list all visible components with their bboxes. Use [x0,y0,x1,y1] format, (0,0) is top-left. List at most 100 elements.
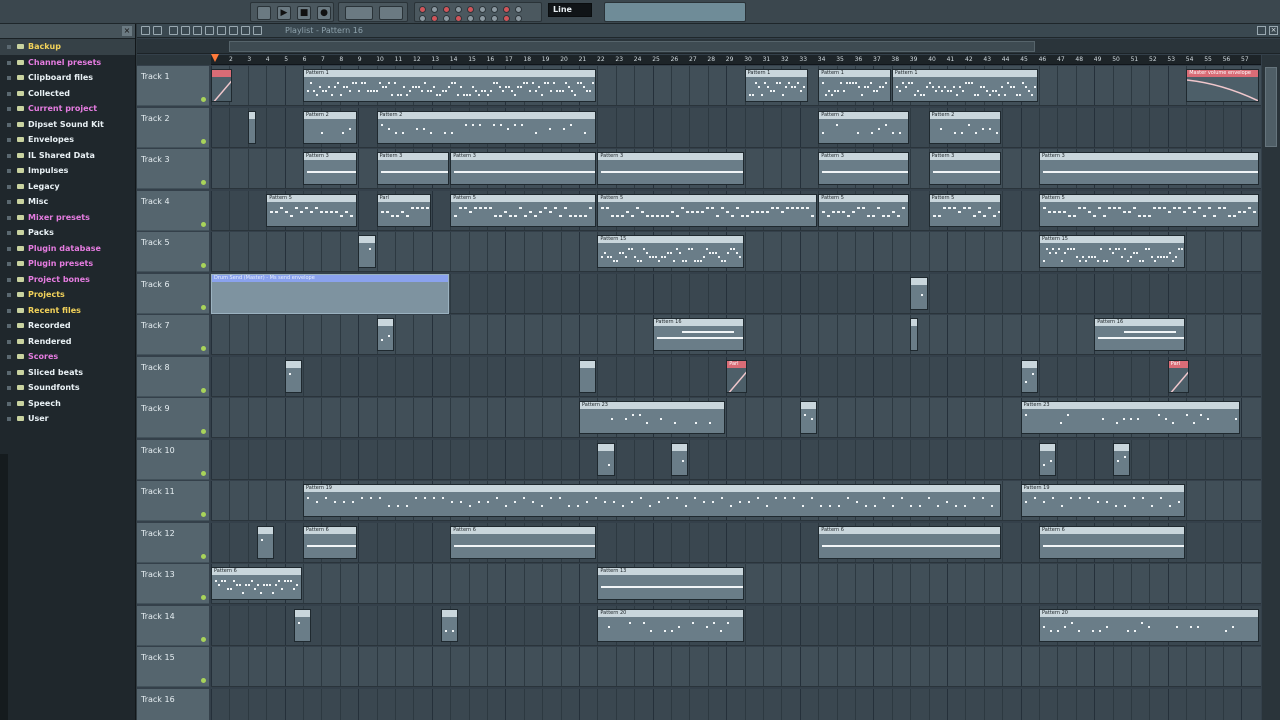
metronome-icon[interactable] [431,6,438,13]
pattern-clip[interactable]: Pattern 20 [597,608,744,642]
browser-folder[interactable]: Envelopes [0,132,135,148]
track-header[interactable]: Track 9 [137,398,209,438]
pattern-clip[interactable]: Pattern 2 [818,110,910,144]
pattern-clip[interactable]: Pattern 2 [303,110,358,144]
browser-folder[interactable]: Project bones [0,272,135,288]
draw-tool-icon[interactable] [169,26,178,35]
pattern-clip[interactable]: Pattern 3 [376,152,450,185]
track-lane[interactable] [211,647,1261,687]
horizontal-scroll-thumb[interactable] [229,41,1035,52]
track-lane[interactable]: Pattern 1 Pattern 1 Pattern 1 Pattern 1 Mast… [211,66,1261,106]
pattern-clip[interactable]: Pattern 2 [928,110,1002,144]
expand-icon[interactable] [7,138,11,142]
expand-icon[interactable] [7,262,11,266]
pattern-clip[interactable] [376,318,394,351]
pattern-clip[interactable]: Pattern 1 [303,69,597,102]
track-header[interactable]: Track 3 [137,149,209,189]
pattern-clip[interactable]: Pattern 5 [1039,193,1259,227]
vertical-scroll-thumb[interactable] [1265,67,1277,147]
typing-keyboard-icon[interactable] [515,6,522,13]
track-mute-led[interactable] [201,346,206,351]
track-mute-led[interactable] [201,512,206,517]
track-lane[interactable]: Pattern 19 Pattern 19 [211,481,1261,521]
pattern-clip[interactable]: Pattern 5 [818,193,910,227]
song-mode-icon[interactable] [503,15,510,22]
track-lane[interactable]: Pattern 20 Pattern 20 [211,605,1261,646]
pattern-clip[interactable]: Pattern 3 [928,152,1002,185]
track-header[interactable]: Track 12 [137,522,209,563]
automation-clip[interactable]: Parl [1167,359,1189,393]
tempo-tap-icon[interactable] [479,15,486,22]
automation-clip[interactable]: Master volume envelope [1186,69,1259,102]
pattern-clip[interactable] [358,235,376,268]
track-mute-led[interactable] [201,304,206,310]
snap-icon[interactable] [153,26,162,35]
wait-input-icon[interactable] [443,6,450,13]
loop-record-icon[interactable] [467,6,474,13]
pattern-clip[interactable]: Pattern 3 [450,152,597,185]
expand-icon[interactable] [7,91,11,96]
pattern-clip[interactable]: Pattern 15 [597,235,744,268]
pattern-clip[interactable]: Parl [376,193,431,227]
time-display[interactable] [379,6,403,20]
close-icon[interactable]: × [122,26,132,36]
pattern-clip[interactable]: Pattern 6 [818,525,1002,559]
expand-icon[interactable] [7,324,11,328]
browser-folder[interactable]: Misc [0,194,135,210]
delete-tool-icon[interactable] [193,26,202,35]
track-header[interactable]: Track 10 [137,439,209,480]
pattern-clip[interactable] [257,525,275,559]
automation-clip[interactable]: Parl [726,359,748,393]
expand-icon[interactable] [7,417,11,421]
browser-folder[interactable]: Projects [0,287,135,303]
browser-folder[interactable]: IL Shared Data [0,148,135,164]
pattern-clip[interactable]: Pattern 5 [928,193,1002,227]
midi-input-icon[interactable] [419,15,426,22]
browser-folder[interactable]: Clipboard files [0,70,135,86]
pattern-clip[interactable]: Pattern 6 [1039,525,1186,559]
expand-icon[interactable] [7,60,11,65]
track-header[interactable]: Track 13 [137,564,209,604]
browser-folder[interactable]: Recorded [0,318,135,334]
browser-scrollbar[interactable] [0,454,8,720]
playback-tool-icon[interactable] [253,26,262,35]
browser-folder[interactable]: Rendered [0,334,135,350]
vertical-scrollbar[interactable] [1262,55,1280,720]
pattern-clip[interactable]: Pattern 16 [652,318,744,351]
multilink-icon[interactable] [431,15,438,22]
pattern-clip[interactable]: Pattern 13 [597,567,744,600]
browser-folder[interactable]: Dipset Sound Kit [0,117,135,133]
expand-icon[interactable] [7,76,11,80]
pattern-clip[interactable]: Pattern 1 [818,69,891,102]
pattern-clip[interactable] [441,608,459,642]
timeline-ruler[interactable]: 2 3 4 5 6 7 8 9 10 11 12 13 14 15 16 17 18 19 20 21 22 23 24 25… [211,55,1261,65]
playhead-marker[interactable] [211,54,219,62]
pattern-clip[interactable] [579,359,597,393]
pattern-clip[interactable] [671,442,689,476]
browser-folder[interactable]: Mixer presets [0,210,135,226]
expand-icon[interactable] [7,401,11,406]
pattern-clip[interactable]: Pattern 6 [211,567,302,600]
pattern-clip[interactable]: Pattern 5 [266,193,358,227]
track-mute-led[interactable] [201,221,206,227]
track-mute-led[interactable] [201,263,206,268]
expand-icon[interactable] [7,231,11,235]
pattern-clip[interactable] [1039,442,1057,476]
track-mute-led[interactable] [201,387,206,393]
automation-clip[interactable] [211,69,233,102]
track-mute-led[interactable] [201,180,206,185]
expand-icon[interactable] [7,169,11,173]
track-mute-led[interactable] [201,553,206,559]
pattern-clip[interactable]: Pattern 5 [597,193,818,227]
monitor-icon[interactable] [467,15,474,22]
expand-icon[interactable] [7,386,11,390]
expand-icon[interactable] [7,277,11,282]
punch-icon[interactable] [503,6,510,13]
envelope-clip[interactable]: Drum Send (Master) - Ms send envelope [211,273,450,314]
zoom-tool-icon[interactable] [241,26,250,35]
pattern-clip[interactable]: Pattern 20 [1039,608,1259,642]
track-header[interactable]: Track 16 [137,688,209,720]
pattern-clip[interactable]: Pattern 3 [818,152,910,185]
browser-folder[interactable]: Soundfonts [0,380,135,396]
maximize-icon[interactable] [1257,26,1266,35]
